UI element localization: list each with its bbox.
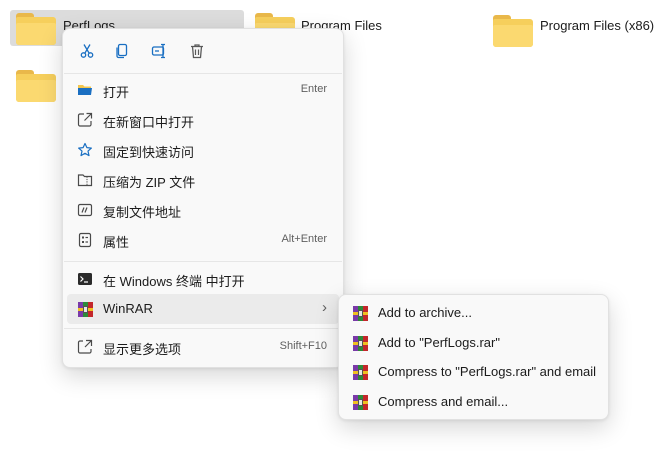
copy-icon [116,43,128,59]
winrar-submenu: Add to archive... Add to "PerfLogs.rar" … [338,294,609,420]
properties-icon [77,232,93,248]
menu-item-copy-path[interactable]: 复制文件地址 [67,195,339,225]
submenu-item-label: Add to archive... [378,305,472,320]
winrar-icon [352,364,368,380]
submenu-item-add-to-archive[interactable]: Add to archive... [343,298,604,327]
cut-button[interactable] [71,35,103,67]
folder-icon [493,15,533,47]
menu-item-compress-zip[interactable]: 压缩为 ZIP 文件 [67,165,339,195]
winrar-icon [77,301,93,317]
winrar-icon [352,394,368,410]
menu-item-label: 压缩为 ZIP 文件 [103,175,196,190]
folder-icon [16,13,56,45]
submenu-item-compress-rar-email[interactable]: Compress to "PerfLogs.rar" and email [343,357,604,386]
delete-button[interactable] [181,35,213,67]
copy-path-icon [77,202,93,218]
menu-item-label: 在 Windows 终端 中打开 [103,274,245,289]
folder-icon [16,70,56,102]
folder-label: Program Files (x86) [540,18,655,33]
rename-icon [151,43,165,59]
menu-item-label: 属性 [103,235,130,250]
submenu-item-add-to-rar[interactable]: Add to "PerfLogs.rar" [343,328,604,357]
more-options-icon [77,339,93,355]
menu-item-label: 固定到快速访问 [103,145,195,160]
context-toolbar [63,29,343,71]
menu-item-label: 显示更多选项 [103,342,182,357]
menu-divider [64,328,342,329]
folder-open-icon [77,82,93,98]
new-window-icon [77,112,93,128]
menu-item-open-new-window[interactable]: 在新窗口中打开 [67,105,339,135]
menu-item-label: 复制文件地址 [103,205,182,220]
submenu-item-label: Compress to "PerfLogs.rar" and email [378,364,597,379]
winrar-icon [352,305,368,321]
submenu-item-compress-email[interactable]: Compress and email... [343,387,604,416]
menu-item-shortcut: Enter [300,83,327,95]
menu-divider [64,261,342,262]
folder-program-files-x86[interactable]: Program Files (x86) [490,10,662,47]
menu-item-properties[interactable]: 属性 Alt+Enter [67,225,339,255]
menu-item-shortcut: Shift+F10 [279,340,327,352]
star-icon [77,142,93,158]
menu-item-open-terminal[interactable]: 在 Windows 终端 中打开 [67,264,339,294]
menu-item-label: WinRAR [103,301,153,316]
menu-item-label: 打开 [103,85,130,100]
folder-item[interactable] [12,70,60,106]
submenu-item-label: Compress and email... [378,394,509,409]
copy-button[interactable] [106,35,138,67]
context-menu: 打开 Enter 在新窗口中打开 固定到快速访问 压缩为 ZIP 文件 复制文件… [62,28,344,368]
menu-item-show-more-options[interactable]: 显示更多选项 Shift+F10 [67,332,339,362]
menu-item-open[interactable]: 打开 Enter [67,75,339,105]
chevron-right-icon: › [322,299,327,316]
submenu-item-label: Add to "PerfLogs.rar" [378,335,500,350]
menu-item-pin-quick-access[interactable]: 固定到快速访问 [67,135,339,165]
winrar-icon [352,335,368,351]
rename-button[interactable] [143,35,175,67]
delete-icon [191,44,203,59]
menu-item-label: 在新窗口中打开 [103,115,195,130]
terminal-icon [77,271,93,287]
menu-item-winrar[interactable]: WinRAR › [67,294,339,324]
zip-folder-icon [77,172,93,188]
menu-divider [64,73,342,74]
cut-icon [80,44,94,58]
menu-item-shortcut: Alt+Enter [281,233,327,245]
